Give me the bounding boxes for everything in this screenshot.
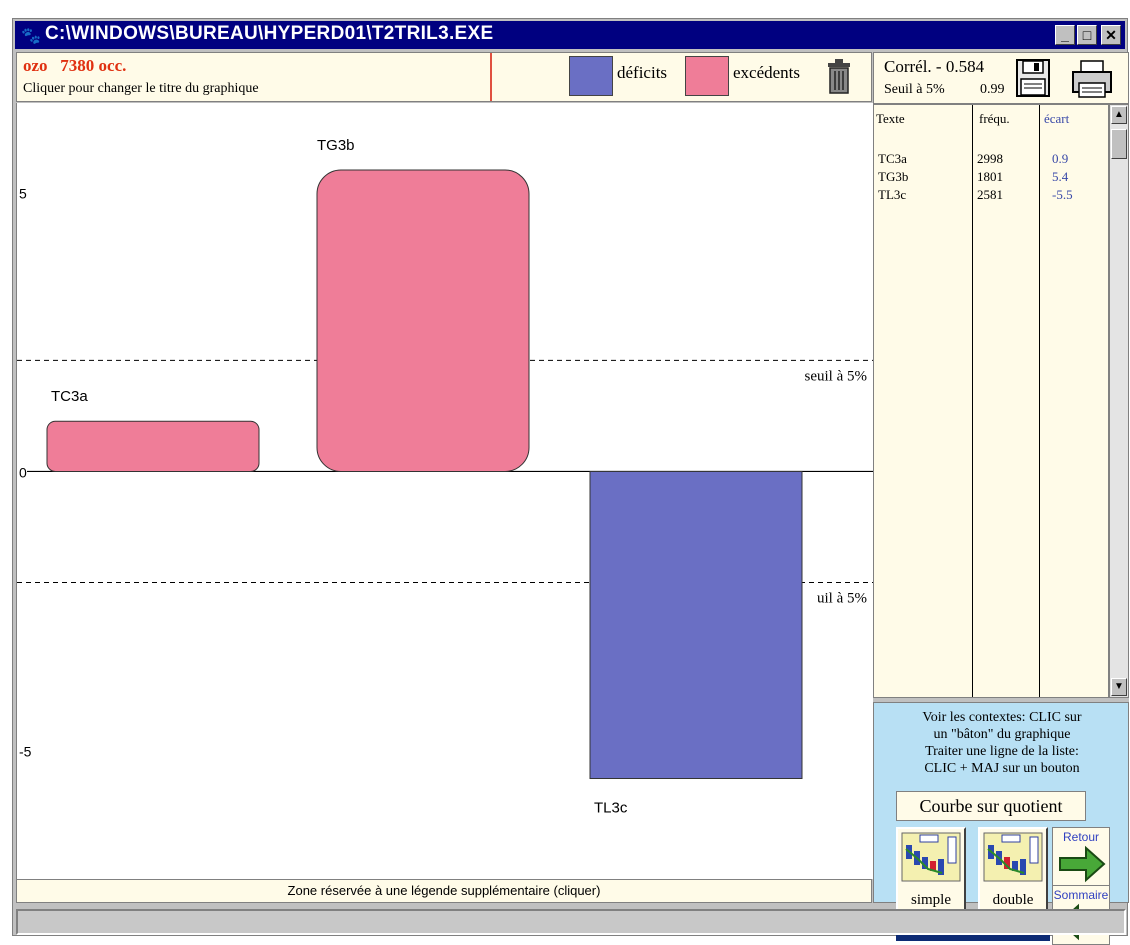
- occurrence-count: 7380 occ.: [60, 56, 127, 75]
- double-button[interactable]: double: [978, 827, 1048, 913]
- results-table: Texte TC3a TG3b TL3c fréqu. 2998 1801 25…: [873, 104, 1109, 698]
- instructions-text: Voir les contextes: CLIC sur un "bâton" …: [878, 709, 1126, 777]
- extra-legend-zone[interactable]: Zone réservée à une légende supplémentai…: [16, 879, 872, 903]
- simple-label: simple: [911, 892, 951, 908]
- header-frequ: fréqu.: [979, 111, 1010, 126]
- instructions-panel: Voir les contextes: CLIC sur un "bâton" …: [873, 702, 1129, 945]
- bar-tc3a[interactable]: [46, 420, 260, 472]
- table-cell: 5.4: [1052, 169, 1069, 184]
- y-tick-label: 0: [19, 464, 27, 480]
- header-ecart: écart: [1044, 111, 1070, 126]
- header-divider: [490, 53, 492, 101]
- status-bar: [16, 909, 1126, 935]
- table-row[interactable]: TG3b: [878, 169, 908, 185]
- right-panel: Corrél. - 0.584 Seuil à 5% 0.99 Texte TC…: [873, 52, 1129, 945]
- legend-swatch-excedents: [685, 56, 729, 96]
- column-ecart: écart 0.9 5.4 -5.5: [1040, 105, 1108, 697]
- scroll-down-icon[interactable]: ▼: [1111, 678, 1127, 696]
- threshold-label-lower: uil à 5%: [817, 591, 867, 607]
- instruction-line: Voir les contextes: CLIC sur: [922, 710, 1082, 725]
- sommaire-label: Sommaire: [1053, 888, 1109, 902]
- correlation-value: Corrél. - 0.584: [884, 57, 985, 76]
- table-cell: 1801: [977, 169, 1003, 184]
- bar-label: TL3c: [594, 800, 628, 817]
- app-icon: 🐾: [21, 28, 41, 45]
- bar-label: TG3b: [317, 137, 355, 154]
- table-row[interactable]: TL3c: [878, 187, 906, 203]
- y-tick-label: -5: [19, 744, 32, 760]
- table-cell: 2581: [977, 187, 1003, 202]
- chart-title-prompt[interactable]: Cliquer pour changer le titre du graphiq…: [23, 81, 259, 97]
- y-tick-label: 5: [19, 185, 27, 201]
- simple-button[interactable]: simple: [896, 827, 966, 913]
- threshold-label-upper: seuil à 5%: [805, 368, 867, 384]
- trash-icon[interactable]: [825, 57, 853, 95]
- legend-label-excedents: excédents: [733, 63, 801, 82]
- save-icon[interactable]: [1016, 59, 1050, 97]
- chart-double-icon: [983, 832, 1043, 882]
- bar-label: TC3a: [51, 388, 88, 405]
- scroll-up-icon[interactable]: ▲: [1111, 106, 1127, 124]
- table-row[interactable]: TC3a: [878, 151, 907, 167]
- chart-header[interactable]: ozo 7380 occ. Cliquer pour changer le ti…: [16, 52, 872, 102]
- courbe-quotient-button[interactable]: Courbe sur quotient: [896, 791, 1086, 821]
- arrow-right-icon: [1059, 845, 1106, 883]
- instruction-line: un "bâton" du graphique: [933, 727, 1071, 742]
- legend-label-deficits: déficits: [617, 63, 668, 82]
- header-texte: Texte: [876, 111, 905, 126]
- scroll-thumb[interactable]: [1111, 129, 1127, 159]
- column-frequ: fréqu. 2998 1801 2581: [973, 105, 1040, 697]
- chart-area[interactable]: seuil à 5% uil à 5% 5 0 -5 TC3a TG3b TL3c: [16, 103, 873, 879]
- table-scrollbar[interactable]: ▲ ▼: [1109, 104, 1129, 698]
- threshold-label: Seuil à 5%: [884, 82, 945, 97]
- bar-chart[interactable]: seuil à 5% uil à 5% 5 0 -5 TC3a TG3b TL3c: [17, 103, 873, 879]
- instruction-line: CLIC + MAJ sur un bouton: [924, 761, 1080, 776]
- column-texte: Texte TC3a TG3b TL3c: [874, 105, 973, 697]
- minimize-button[interactable]: _: [1055, 25, 1075, 45]
- chart-simple-icon: [901, 832, 961, 882]
- retour-label: Retour: [1062, 830, 1100, 844]
- printer-icon[interactable]: [1070, 59, 1114, 99]
- instruction-line: Traiter une ligne de la liste:: [925, 744, 1079, 759]
- form-label: ozo: [23, 56, 48, 75]
- window-title: C:\WINDOWS\BUREAU\HYPERD01\T2TRIL3.EXE: [45, 23, 494, 44]
- title-bar[interactable]: 🐾 C:\WINDOWS\BUREAU\HYPERD01\T2TRIL3.EXE…: [15, 21, 1125, 49]
- close-button[interactable]: ✕: [1101, 25, 1121, 45]
- table-cell: 2998: [977, 151, 1003, 166]
- form-occurrences: ozo 7380 occ.: [23, 56, 126, 76]
- double-label: double: [992, 892, 1034, 908]
- bar-tg3b[interactable]: [316, 169, 530, 472]
- stats-box: Corrél. - 0.584 Seuil à 5% 0.99: [873, 52, 1129, 104]
- legend-swatch-deficits: [569, 56, 613, 96]
- maximize-button[interactable]: □: [1077, 25, 1097, 45]
- table-cell: 0.9: [1052, 151, 1069, 166]
- threshold-value: 0.99: [980, 82, 1005, 97]
- bar-tl3c[interactable]: [589, 470, 803, 780]
- table-cell: -5.5: [1052, 187, 1073, 202]
- retour-button[interactable]: Retour: [1052, 827, 1110, 887]
